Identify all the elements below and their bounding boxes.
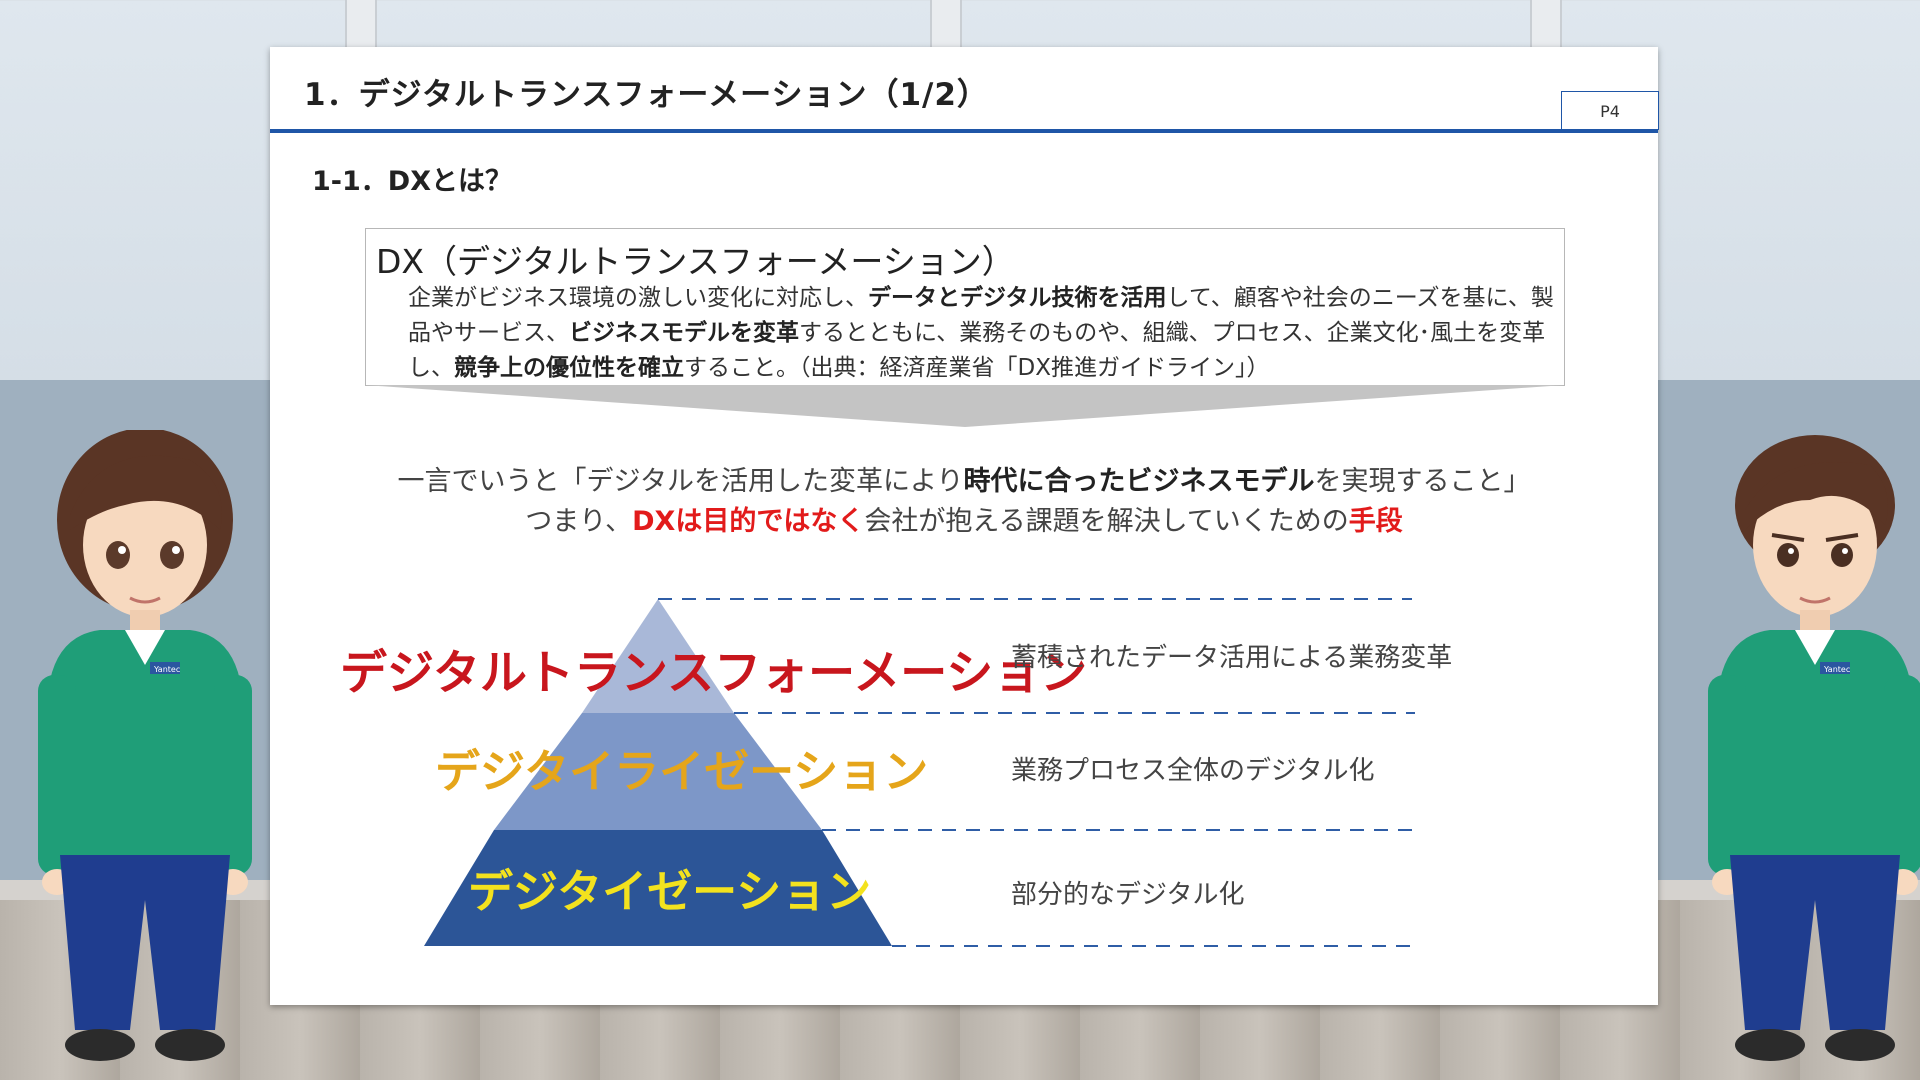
pyramid-label-digitalization: デジタイライゼーション — [435, 745, 929, 798]
pyramid-desc-dx: 蓄積されたデータ活用による業務変革 — [1011, 643, 1453, 673]
male-character-illustration: Yantec — [1708, 435, 1920, 1061]
pyramid-desc-digitization: 部分的なデジタル化 — [1011, 880, 1245, 910]
pyramid-label-digitization: デジタイゼーション — [468, 865, 872, 918]
pyramid-label-dx: デジタルトランスフォーメーション — [340, 646, 1088, 701]
female-character-illustration: Yantec — [38, 430, 252, 1061]
pyramid-desc-digitalization: 業務プロセス全体のデジタル化 — [1011, 756, 1375, 786]
badge-text: Yantec — [1823, 665, 1850, 674]
slide: 1．デジタルトランスフォーメーション（1/2） P4 1-1．DXとは？ DX（… — [270, 47, 1659, 1005]
badge-text: Yantec — [153, 665, 180, 674]
